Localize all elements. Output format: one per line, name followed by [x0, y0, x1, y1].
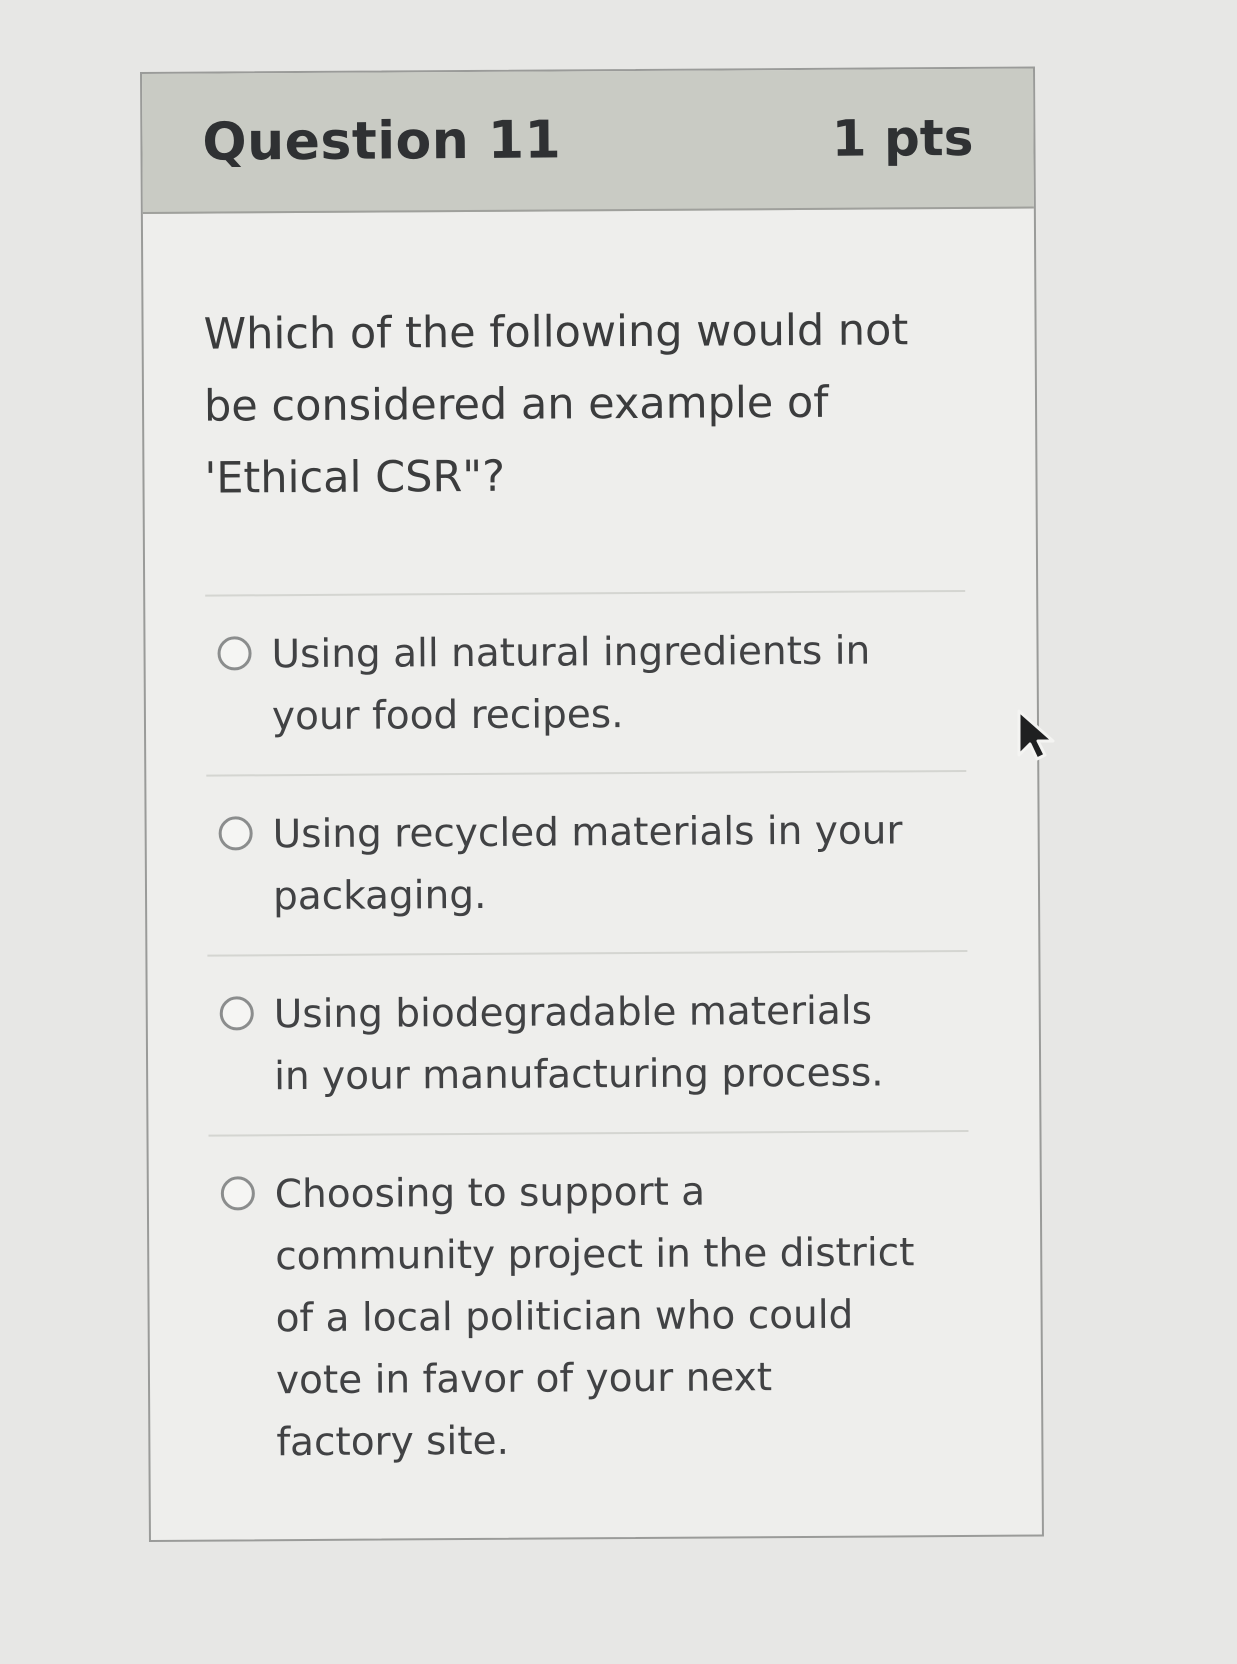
- answer-option-3[interactable]: Using biodegradable materials in your ma…: [207, 951, 969, 1137]
- radio-unselected-icon[interactable]: [220, 1176, 255, 1211]
- answer-option-label: Using biodegradable materials in your ma…: [273, 988, 884, 1100]
- mouse-pointer-icon: [1017, 709, 1055, 761]
- radio-unselected-icon[interactable]: [218, 816, 253, 851]
- answer-option-4[interactable]: Choosing to support a community project …: [209, 1132, 971, 1501]
- answer-option-label: Choosing to support a community project …: [274, 1169, 915, 1466]
- answer-option-label: Using recycled materials in your packagi…: [272, 808, 903, 920]
- question-body: Which of the following would not be cons…: [143, 209, 1042, 1501]
- answer-option-2[interactable]: Using recycled materials in your packagi…: [206, 771, 968, 957]
- answer-options: Using all natural ingredients in your fo…: [205, 589, 971, 1501]
- radio-unselected-icon[interactable]: [219, 996, 254, 1031]
- quiz-question-card: Question 11 1 pts Which of the following…: [140, 66, 1044, 1542]
- question-header: Question 11 1 pts: [142, 68, 1034, 214]
- answer-option-label: Using all natural ingredients in your fo…: [271, 628, 871, 740]
- question-points: 1 pts: [831, 108, 974, 168]
- question-title: Question 11: [202, 110, 562, 173]
- answer-option-1[interactable]: Using all natural ingredients in your fo…: [205, 591, 967, 777]
- radio-unselected-icon[interactable]: [217, 636, 252, 671]
- question-prompt: Which of the following would not be cons…: [203, 305, 909, 504]
